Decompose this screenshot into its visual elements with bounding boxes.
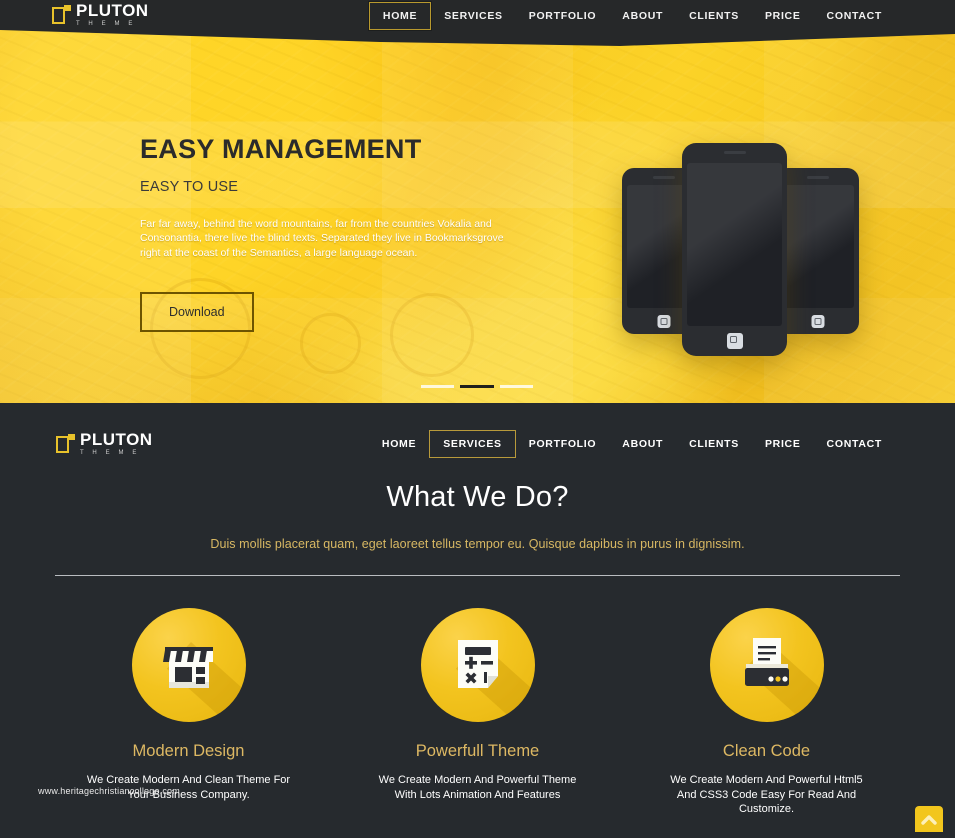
carousel-dot[interactable]: [421, 385, 455, 388]
logo-name: PLUTON: [76, 1, 149, 20]
phone-home-button-icon: [811, 315, 824, 328]
service-card-text: We Create Modern And Powerful Theme With…: [378, 774, 577, 801]
phone-speaker: [652, 176, 675, 179]
carousel-dot[interactable]: [499, 385, 533, 388]
bracket-square-logo-icon: [56, 433, 75, 455]
service-card-title: Clean Code: [722, 742, 811, 760]
top-nav-item-portfolio[interactable]: PORTFOLIO: [516, 3, 610, 29]
carousel-dot-active[interactable]: [460, 385, 494, 388]
phone-mockup-right: [776, 168, 859, 334]
logo-name: PLUTON: [80, 429, 153, 449]
section-heading: What We Do?: [386, 481, 569, 513]
phone-screen: [781, 185, 854, 308]
logo-tagline: T H E M E: [76, 21, 136, 27]
service-card-text: We Create Modern And Powerful Html5 And …: [670, 774, 863, 815]
sub-nav-item-contact[interactable]: CONTACT: [814, 431, 895, 457]
site-logo-secondary[interactable]: PLUTON T H E M E: [56, 429, 153, 459]
logo-tagline: T H E M E: [80, 449, 140, 456]
hero-copy: EASY MANAGEMENT EASY TO USE Far far away…: [140, 134, 540, 333]
secondary-navigation-bar: PLUTON T H E M E HOME SERVICES PORTFOLIO…: [0, 403, 955, 475]
top-nav-item-about[interactable]: ABOUT: [609, 3, 676, 29]
section-divider: [55, 575, 900, 576]
phone-screen: [687, 163, 782, 326]
top-nav-item-home[interactable]: HOME: [368, 1, 432, 30]
phone-mockups: [610, 123, 870, 373]
section-subheading: Duis mollis placerat quam, eget laoreet …: [210, 537, 745, 551]
sub-nav-item-home[interactable]: HOME: [369, 431, 429, 457]
top-nav-item-clients[interactable]: CLIENTS: [676, 3, 752, 29]
watermark-text: www.heritagechristiancollege.com: [38, 786, 180, 796]
hero-title: EASY MANAGEMENT: [140, 134, 422, 164]
service-card-title: Modern Design: [132, 742, 245, 760]
bracket-square-logo-icon: [52, 5, 71, 26]
top-nav-item-price[interactable]: PRICE: [752, 3, 814, 29]
hero-banner: EASY MANAGEMENT EASY TO USE Far far away…: [0, 28, 955, 403]
sub-nav-item-price[interactable]: PRICE: [752, 431, 814, 457]
phone-home-button-icon: [657, 315, 670, 328]
top-nav-item-services[interactable]: SERVICES: [431, 3, 516, 29]
top-nav-item-contact[interactable]: CONTACT: [814, 3, 895, 29]
top-nav-menu: HOME SERVICES PORTFOLIO ABOUT CLIENTS PR…: [368, 1, 895, 30]
carousel-indicators[interactable]: [421, 385, 533, 388]
sub-nav-item-clients[interactable]: CLIENTS: [676, 431, 752, 457]
page-root: EASY MANAGEMENT EASY TO USE Far far away…: [0, 0, 955, 838]
sub-nav-item-about[interactable]: ABOUT: [609, 431, 676, 457]
site-logo-top[interactable]: PLUTON T H E M E: [52, 1, 149, 31]
service-card-clean-code[interactable]: Clean Code We Create Modern And Powerful…: [622, 608, 911, 817]
calculator-icon: [420, 608, 535, 722]
service-card-powerfull-theme[interactable]: Powerfull Theme We Create Modern And Pow…: [333, 608, 622, 817]
secondary-nav-menu: HOME SERVICES PORTFOLIO ABOUT CLIENTS PR…: [369, 430, 895, 458]
scroll-to-top-button[interactable]: [915, 806, 943, 832]
hero-paragraph: Far far away, behind the word mountains,…: [140, 217, 504, 259]
hero-subtitle: EASY TO USE: [140, 178, 239, 195]
chevron-up-icon: [921, 814, 937, 825]
phone-speaker: [806, 176, 829, 179]
storefront-icon: [131, 608, 246, 722]
top-navigation-bar: PLUTON T H E M E HOME SERVICES PORTFOLIO…: [0, 0, 955, 46]
services-section: PLUTON T H E M E HOME SERVICES PORTFOLIO…: [0, 403, 955, 838]
sub-nav-item-portfolio[interactable]: PORTFOLIO: [516, 431, 610, 457]
download-button[interactable]: Download: [140, 292, 254, 333]
printer-icon: [709, 608, 824, 722]
phone-speaker: [723, 151, 746, 154]
phone-home-button-icon: [726, 333, 743, 349]
phone-mockup-center: [682, 143, 787, 356]
sub-nav-item-services[interactable]: SERVICES: [429, 430, 516, 458]
service-card-title: Powerfull Theme: [415, 742, 540, 760]
